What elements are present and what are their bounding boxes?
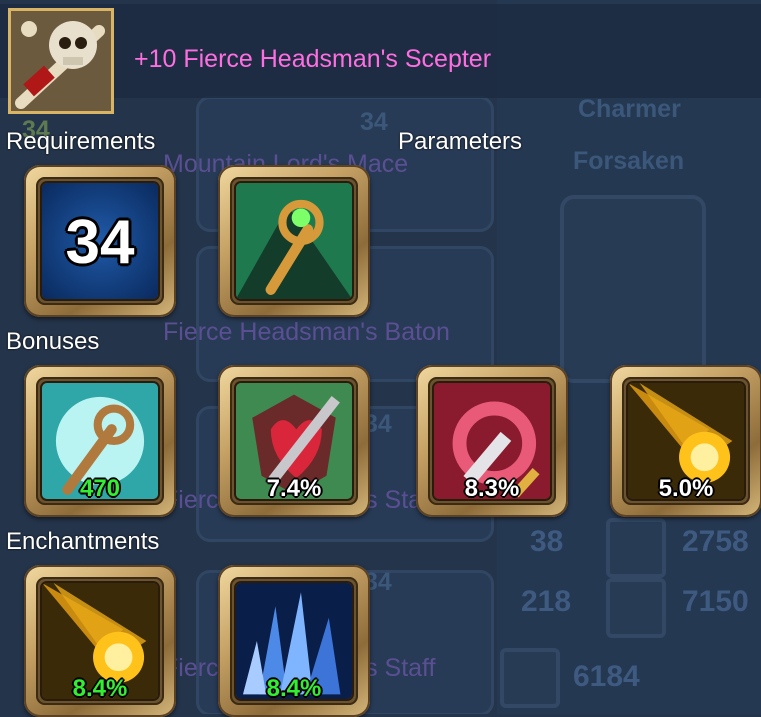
enchantment-slot[interactable]: 8.4% xyxy=(218,565,370,717)
bg-class-title: Charmer xyxy=(578,95,681,123)
bonus-value: 470 xyxy=(79,475,121,502)
bonus-value: 8.3% xyxy=(464,475,520,502)
bg-stat-value: 6184 xyxy=(573,660,640,693)
bg-stat-value: 38 xyxy=(530,525,564,558)
item-name: +10 Fierce Headsman's Scepter xyxy=(134,45,492,73)
required-level-slot[interactable]: 34 xyxy=(24,165,176,317)
bonus-slot[interactable]: 470 xyxy=(24,365,176,517)
skull-scepter-icon xyxy=(8,8,114,114)
staff-class-icon xyxy=(236,183,352,299)
bonuses-heading: Bonuses xyxy=(6,328,100,355)
class-requirement-slot[interactable] xyxy=(218,165,370,317)
bonus-slot[interactable]: 5.0% xyxy=(610,365,761,517)
bg-level-label: 34 xyxy=(360,108,388,136)
bg-stat-value: 218 xyxy=(521,585,572,618)
required-level-value: 34 xyxy=(65,208,135,277)
bg-stat-value: 2758 xyxy=(682,525,749,558)
bg-character-portrait xyxy=(560,195,706,383)
bonus-value: 7.4% xyxy=(266,475,322,502)
bonus-slot[interactable]: 7.4% xyxy=(218,365,370,517)
bg-class-subtitle: Forsaken xyxy=(573,147,685,175)
requirements-heading: Requirements xyxy=(6,128,156,155)
enchantments-heading: Enchantments xyxy=(6,528,160,555)
bg-stat-icon xyxy=(500,648,560,708)
bg-stat-icon xyxy=(606,578,666,638)
enchantment-slot[interactable]: 8.4% xyxy=(24,565,176,717)
bg-stat-value: 7150 xyxy=(682,585,749,618)
bonus-slot[interactable]: 8.3% xyxy=(416,365,568,517)
bonus-value: 5.0% xyxy=(658,475,714,502)
enchantment-value: 8.4% xyxy=(72,675,128,702)
parameters-heading: Parameters xyxy=(398,128,523,155)
bg-list-item-label: Fierce Headsman's Baton xyxy=(163,318,450,346)
bg-stat-icon xyxy=(606,518,666,578)
enchantment-value: 8.4% xyxy=(266,675,322,702)
